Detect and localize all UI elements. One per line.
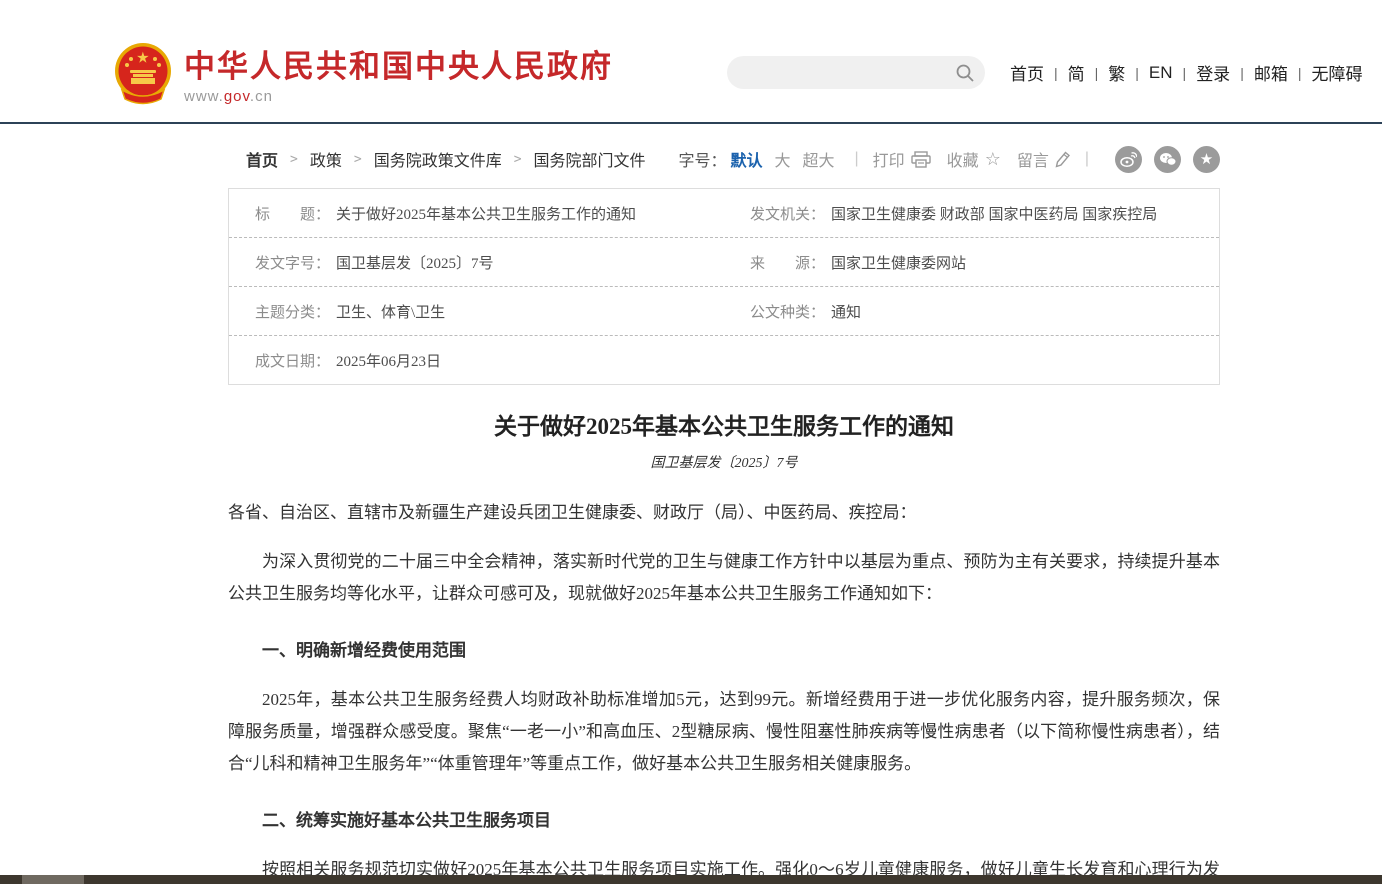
meta-label-doc-number: 发文字号： <box>229 252 330 273</box>
breadcrumb-policy-library[interactable]: 国务院政策文件库 <box>374 147 502 171</box>
nav-traditional[interactable]: 繁 <box>1098 60 1135 85</box>
meta-value-source: 国家卫生健康委网站 <box>831 252 966 273</box>
meta-value-doc-type: 通知 <box>831 301 861 322</box>
article-title: 关于做好2025年基本公共卫生服务工作的通知 <box>228 407 1220 441</box>
bottom-footer-segment <box>22 875 84 884</box>
star-icon: ☆ <box>985 149 1001 170</box>
national-emblem-icon <box>110 40 176 106</box>
qzone-share-icon[interactable]: ★ <box>1193 146 1220 173</box>
toolbar-row: 首页 > 政策 > 国务院政策文件库 > 国务院部门文件 字号： 默认 大 超大… <box>228 144 1220 174</box>
meta-value-title: 关于做好2025年基本公共卫生服务工作的通知 <box>336 203 636 224</box>
meta-row-category: 主题分类： 卫生、体育\卫生 公文种类： 通知 <box>229 287 1219 336</box>
meta-row-date: 成文日期： 2025年06月23日 <box>229 336 1219 384</box>
article-doc-number: 国卫基层发〔2025〕7号 <box>228 452 1220 472</box>
meta-label-topic-category: 主题分类： <box>229 301 330 322</box>
paragraph-intro: 为深入贯彻党的二十届三中全会精神，落实新时代党的卫生与健康工作方针中以基层为重点… <box>228 546 1220 610</box>
weibo-share-icon[interactable] <box>1115 146 1142 173</box>
site-title-block: 中华人民共和国中央人民政府 www.gov.cn <box>184 41 613 105</box>
search-icon[interactable] <box>955 63 975 83</box>
paragraph-section-1: 2025年，基本公共卫生服务经费人均财政补助标准增加5元，达到99元。新增经费用… <box>228 684 1220 780</box>
meta-value-issuing-org: 国家卫生健康委 财政部 国家中医药局 国家疾控局 <box>831 203 1157 224</box>
pencil-icon <box>1055 151 1071 168</box>
meta-label-date: 成文日期： <box>229 350 330 371</box>
breadcrumb-home[interactable]: 首页 <box>246 147 278 171</box>
meta-row-title: 标 题： 关于做好2025年基本公共卫生服务工作的通知 发文机关： 国家卫生健康… <box>229 189 1219 238</box>
wechat-share-icon[interactable] <box>1154 146 1181 173</box>
site-logo[interactable]: 中华人民共和国中央人民政府 www.gov.cn <box>110 40 613 106</box>
comment-button[interactable]: 留言 <box>1017 147 1071 171</box>
section-heading-2: 二、统筹实施好基本公共卫生服务项目 <box>228 805 1220 837</box>
chevron-right-icon: > <box>290 152 298 167</box>
section-heading-1: 一、明确新增经费使用范围 <box>228 635 1220 667</box>
breadcrumb: 首页 > 政策 > 国务院政策文件库 > 国务院部门文件 <box>228 147 646 171</box>
font-size-label: 字号： <box>678 147 726 171</box>
nav-home[interactable]: 首页 <box>1000 60 1054 85</box>
site-url: www.gov.cn <box>184 88 613 105</box>
tools-divider: | <box>1085 150 1089 168</box>
header-divider <box>0 122 1382 124</box>
font-size-large[interactable]: 大 <box>774 147 790 171</box>
meta-label-source: 来 源： <box>724 252 825 273</box>
nav-english[interactable]: EN <box>1139 63 1183 83</box>
font-size-default[interactable]: 默认 <box>730 147 762 171</box>
bottom-footer-edge <box>0 875 1382 884</box>
tools-divider: | <box>855 150 859 168</box>
article-body: 关于做好2025年基本公共卫生服务工作的通知 国卫基层发〔2025〕7号 各省、… <box>228 407 1220 884</box>
document-meta-table: 标 题： 关于做好2025年基本公共卫生服务工作的通知 发文机关： 国家卫生健康… <box>228 188 1220 385</box>
font-size-xlarge[interactable]: 超大 <box>802 147 834 171</box>
nav-login[interactable]: 登录 <box>1186 60 1240 85</box>
meta-row-number: 发文字号： 国卫基层发〔2025〕7号 来 源： 国家卫生健康委网站 <box>229 238 1219 287</box>
meta-label-issuing-org: 发文机关： <box>724 203 825 224</box>
breadcrumb-dept-docs[interactable]: 国务院部门文件 <box>534 147 646 171</box>
print-button[interactable]: 打印 <box>873 147 931 171</box>
nav-accessibility[interactable]: 无障碍 <box>1301 60 1372 85</box>
meta-value-topic-category: 卫生、体育\卫生 <box>336 301 445 322</box>
nav-simplified[interactable]: 简 <box>1058 60 1095 85</box>
nav-mail[interactable]: 邮箱 <box>1244 60 1298 85</box>
printer-icon <box>911 151 931 168</box>
meta-label-doc-type: 公文种类： <box>724 301 825 322</box>
site-title: 中华人民共和国中央人民政府 <box>184 41 613 86</box>
paragraph-salutation: 各省、自治区、直辖市及新疆生产建设兵团卫生健康委、财政厅（局）、中医药局、疾控局… <box>228 497 1220 529</box>
site-header: 中华人民共和国中央人民政府 www.gov.cn 首页| 简| 繁| EN| 登… <box>0 0 1382 124</box>
meta-label-title: 标 题： <box>229 203 330 224</box>
search-box[interactable] <box>727 56 985 89</box>
breadcrumb-policy[interactable]: 政策 <box>310 147 342 171</box>
meta-value-date: 2025年06月23日 <box>336 350 441 371</box>
chevron-right-icon: > <box>354 152 362 167</box>
top-nav: 首页| 简| 繁| EN| 登录| 邮箱| 无障碍 <box>1000 60 1372 85</box>
chevron-right-icon: > <box>514 152 522 167</box>
page-tools: 字号： 默认 大 超大 | 打印 收藏 ☆ 留言 <box>678 146 1220 173</box>
meta-value-doc-number: 国卫基层发〔2025〕7号 <box>336 252 494 273</box>
search-input[interactable] <box>727 56 955 89</box>
favorite-button[interactable]: 收藏 ☆ <box>947 147 1001 171</box>
